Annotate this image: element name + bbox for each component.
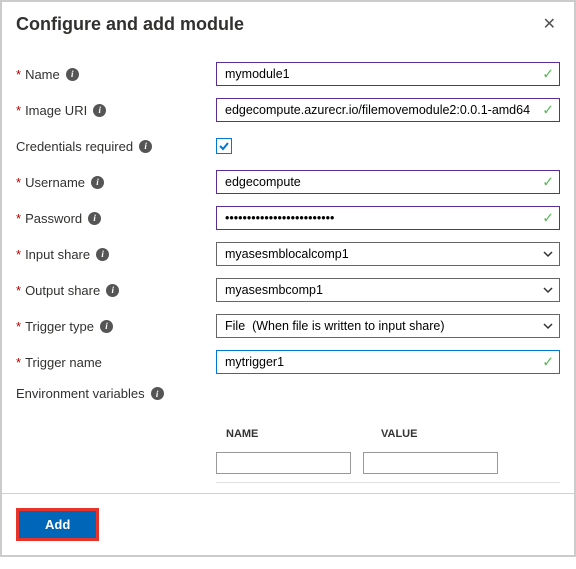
required-star: * — [16, 319, 21, 334]
info-icon[interactable]: i — [88, 212, 101, 225]
required-star: * — [16, 355, 21, 370]
password-input[interactable] — [216, 206, 560, 230]
label-image-uri: Image URI — [25, 103, 87, 118]
info-icon[interactable]: i — [106, 284, 119, 297]
info-icon[interactable]: i — [66, 68, 79, 81]
name-input[interactable] — [216, 62, 560, 86]
row-trigger-name: * Trigger name ✓ — [16, 350, 560, 374]
credentials-checkbox[interactable] — [216, 138, 232, 154]
info-icon[interactable]: i — [100, 320, 113, 333]
close-icon[interactable]: ✕ — [539, 12, 560, 36]
row-password: * Password i ✓ — [16, 206, 560, 230]
add-button[interactable]: Add — [19, 511, 96, 538]
row-trigger-type: * Trigger type i — [16, 314, 560, 338]
row-image-uri: * Image URI i ✓ — [16, 98, 560, 122]
row-env-vars: Environment variables i — [16, 386, 560, 410]
info-icon[interactable]: i — [93, 104, 106, 117]
add-button-highlight: Add — [16, 508, 99, 541]
info-icon[interactable]: i — [151, 387, 164, 400]
env-vars-table: NAME VALUE — [216, 422, 560, 483]
env-row — [216, 446, 560, 483]
required-star: * — [16, 211, 21, 226]
label-credentials: Credentials required — [16, 139, 133, 154]
panel-header: Configure and add module ✕ — [2, 2, 574, 44]
row-output-share: * Output share i — [16, 278, 560, 302]
username-input[interactable] — [216, 170, 560, 194]
trigger-name-input[interactable] — [216, 350, 560, 374]
info-icon[interactable]: i — [91, 176, 104, 189]
panel-footer: Add — [2, 493, 574, 555]
input-share-select[interactable] — [216, 242, 560, 266]
row-credentials: Credentials required i — [16, 134, 560, 158]
image-uri-input[interactable] — [216, 98, 560, 122]
required-star: * — [16, 283, 21, 298]
row-input-share: * Input share i — [16, 242, 560, 266]
info-icon[interactable]: i — [96, 248, 109, 261]
label-input-share: Input share — [25, 247, 90, 262]
form-area: * Name i ✓ * Image URI i ✓ Cre — [2, 44, 574, 493]
required-star: * — [16, 103, 21, 118]
required-star: * — [16, 247, 21, 262]
required-star: * — [16, 67, 21, 82]
env-value-input[interactable] — [363, 452, 498, 474]
trigger-type-select[interactable] — [216, 314, 560, 338]
label-output-share: Output share — [25, 283, 100, 298]
configure-module-panel: Configure and add module ✕ * Name i ✓ * … — [0, 0, 576, 557]
output-share-select[interactable] — [216, 278, 560, 302]
label-password: Password — [25, 211, 82, 226]
row-name: * Name i ✓ — [16, 62, 560, 86]
env-header-value: VALUE — [371, 428, 526, 440]
env-name-input[interactable] — [216, 452, 351, 474]
label-trigger-name: Trigger name — [25, 355, 102, 370]
required-star: * — [16, 175, 21, 190]
label-username: Username — [25, 175, 85, 190]
env-header-name: NAME — [216, 428, 371, 440]
label-trigger-type: Trigger type — [25, 319, 94, 334]
row-username: * Username i ✓ — [16, 170, 560, 194]
label-env-vars: Environment variables — [16, 386, 145, 401]
info-icon[interactable]: i — [139, 140, 152, 153]
panel-title: Configure and add module — [16, 14, 244, 35]
label-name: Name — [25, 67, 60, 82]
